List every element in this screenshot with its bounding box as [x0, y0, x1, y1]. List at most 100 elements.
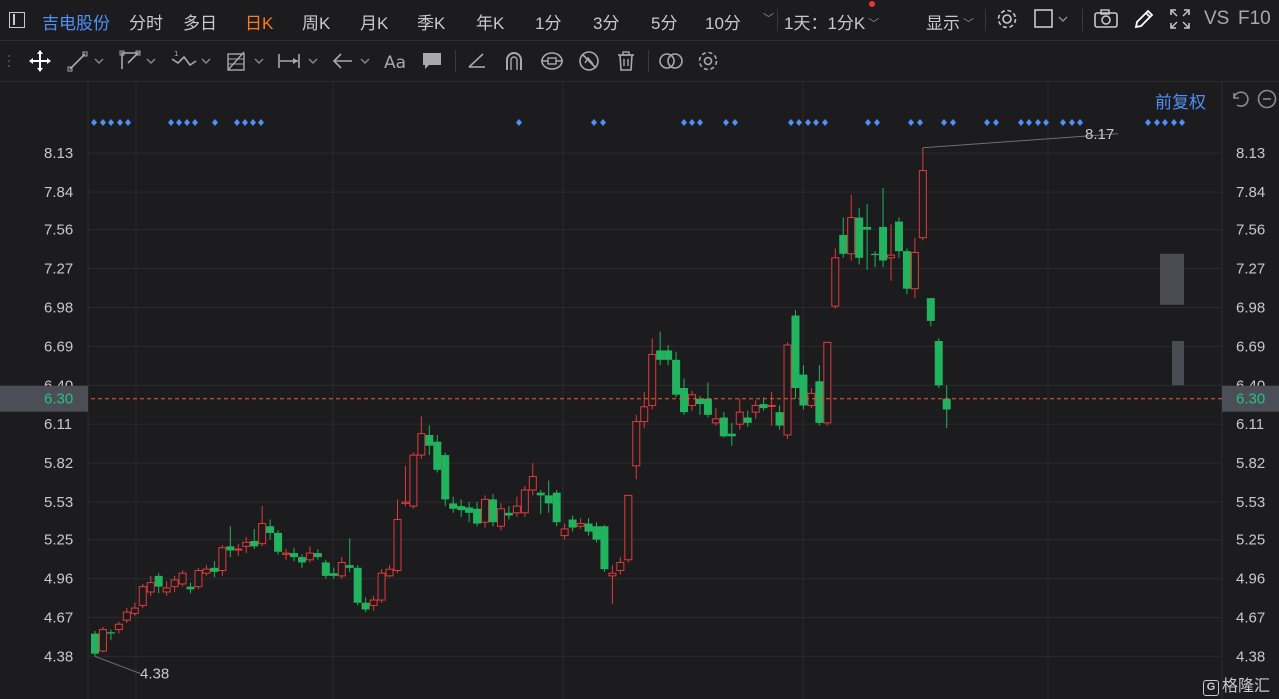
- event-marker: [984, 119, 990, 126]
- price-label-left: 6.98: [44, 299, 73, 316]
- price-label-left: 6.11: [44, 416, 72, 433]
- display-dropdown[interactable]: 显示 ﹀: [926, 9, 974, 34]
- candle-body: [552, 492, 561, 523]
- divider: [1082, 9, 1083, 31]
- tab-1min[interactable]: 1分: [535, 9, 561, 34]
- tab-3min[interactable]: 3分: [593, 9, 619, 34]
- candle-body: [584, 523, 593, 532]
- candle-body: [799, 374, 808, 406]
- tab-multi-day[interactable]: 多日: [183, 9, 217, 34]
- candle: [887, 224, 895, 281]
- event-marker: [1179, 119, 1185, 126]
- candle-body: [425, 434, 434, 446]
- camera-icon[interactable]: [1093, 6, 1119, 36]
- fibonacci-tool-icon[interactable]: [224, 49, 268, 73]
- price-label-left: 8.13: [44, 145, 73, 162]
- price-label-left: 5.25: [44, 532, 73, 549]
- magnet-icon[interactable]: [502, 49, 526, 73]
- sidebar-toggle-icon[interactable]: [9, 12, 25, 28]
- link-drawing-icon[interactable]: [539, 49, 565, 73]
- stock-name[interactable]: 吉电股份: [42, 9, 110, 34]
- price-label-right: 4.38: [1236, 648, 1265, 665]
- candle: [576, 518, 585, 529]
- polyline-tool-icon[interactable]: [118, 49, 160, 73]
- candle: [305, 546, 314, 563]
- period-more-dropdown[interactable]: ﹀: [760, 9, 774, 29]
- candle-body: [536, 492, 545, 496]
- comment-tool-icon[interactable]: [420, 49, 444, 73]
- event-marker: [1077, 119, 1083, 126]
- candle-body: [465, 507, 474, 513]
- candle: [719, 412, 728, 438]
- hide-drawings-icon[interactable]: [577, 49, 601, 73]
- candle: [274, 530, 283, 555]
- price-label-right: 4.67: [1236, 609, 1265, 626]
- candle: [902, 248, 911, 295]
- tab-weekly-k[interactable]: 周K: [302, 9, 330, 34]
- angle-tool-icon[interactable]: [465, 49, 489, 73]
- candle-body: [321, 562, 330, 576]
- candle: [449, 496, 458, 513]
- candle-body: [122, 611, 131, 621]
- pencil-icon[interactable]: [1132, 6, 1156, 36]
- event-marker: [1154, 119, 1160, 126]
- line-tool-icon[interactable]: [66, 49, 108, 73]
- candle: [680, 378, 689, 415]
- tab-quarterly-k[interactable]: 季K: [417, 9, 445, 34]
- candle-body: [313, 553, 322, 558]
- event-marker: [1018, 119, 1024, 126]
- candle: [234, 543, 243, 556]
- period-combo-select[interactable]: 1天：1分K ﹀: [784, 9, 879, 34]
- tab-intraday[interactable]: 分时: [129, 9, 163, 34]
- vs-button[interactable]: VS: [1204, 8, 1229, 30]
- text-tool-icon[interactable]: Aa: [383, 49, 411, 73]
- wave-tool-icon[interactable]: 1: [170, 49, 214, 73]
- toolbar-settings-icon[interactable]: [696, 49, 720, 73]
- event-marker: [822, 119, 828, 126]
- candle: [473, 502, 482, 527]
- event-marker: [917, 119, 923, 126]
- gear-icon[interactable]: [995, 6, 1019, 36]
- candle-body: [266, 526, 275, 533]
- compare-icon[interactable]: [657, 49, 685, 73]
- kline-canvas[interactable]: 8.13 8.13 7.84 7.84 7.56 7.56 7.27 7.27 6.98 6.98…: [0, 81, 1279, 699]
- zoom-out-icon[interactable]: [1256, 88, 1278, 114]
- fullscreen-icon[interactable]: [1168, 6, 1192, 36]
- candle: [560, 523, 569, 540]
- candle: [807, 388, 816, 409]
- drag-handle-icon[interactable]: [6, 49, 16, 73]
- tab-10min[interactable]: 10分: [705, 9, 741, 34]
- chevron-down-icon: ﹀: [868, 18, 880, 30]
- range-tool-icon[interactable]: [276, 49, 322, 73]
- event-marker: [788, 119, 794, 126]
- event-marker: [1026, 119, 1032, 126]
- adjust-mode-button[interactable]: 前复权: [1155, 88, 1206, 113]
- tab-monthly-k[interactable]: 月K: [360, 9, 388, 34]
- event-marker: [234, 119, 240, 126]
- trash-icon[interactable]: [614, 49, 638, 73]
- candle-body: [735, 411, 744, 425]
- move-icon[interactable]: [28, 49, 52, 73]
- layout-select[interactable]: [1034, 6, 1072, 36]
- event-marker: [723, 119, 729, 126]
- candle: [727, 422, 736, 446]
- f10-button[interactable]: F10: [1238, 8, 1271, 30]
- tab-daily-k[interactable]: 日K: [245, 9, 273, 34]
- tab-5min[interactable]: 5分: [651, 9, 677, 34]
- candle: [926, 298, 935, 327]
- event-marker: [176, 119, 182, 126]
- kline-chart[interactable]: 8.13 8.13 7.84 7.84 7.56 7.56 7.27 7.27 6.98 6.98…: [0, 81, 1279, 699]
- candle: [871, 251, 880, 268]
- candle: [297, 554, 306, 568]
- tab-yearly-k[interactable]: 年K: [476, 9, 504, 34]
- event-marker: [1171, 119, 1177, 126]
- undo-icon[interactable]: [1228, 88, 1250, 114]
- candle-body: [528, 476, 537, 491]
- candle-body: [433, 441, 442, 470]
- candle-body: [847, 217, 856, 255]
- candle-body: [138, 586, 147, 606]
- candle: [226, 526, 235, 558]
- arrow-tool-icon[interactable]: [330, 49, 374, 73]
- candle-body: [783, 344, 792, 436]
- candle: [489, 494, 497, 527]
